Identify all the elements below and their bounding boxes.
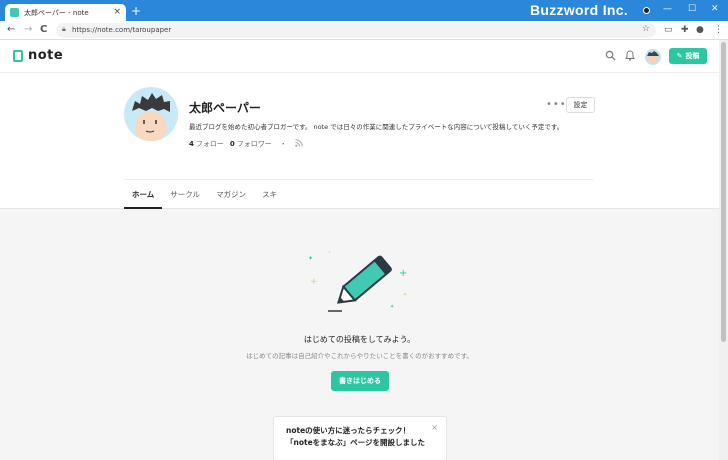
notification-bell-icon[interactable]: [625, 50, 635, 64]
minimize-button[interactable]: —: [663, 3, 672, 15]
url-text[interactable]: https://note.com/taroupaper: [72, 26, 171, 34]
svg-text:✦: ✦: [390, 304, 394, 310]
empty-state-title: はじめての投稿をしてみよう。: [303, 335, 416, 344]
profile-stats: 4 フォロー 0 フォロワー ・: [189, 139, 303, 149]
follow-count[interactable]: 4: [189, 140, 194, 148]
browser-toolbar: ← → C 🔒︎ https://note.com/taroupaper ☆ ▭…: [0, 21, 728, 40]
post-button-label: 投稿: [685, 52, 700, 60]
tab-likes[interactable]: スキ: [254, 180, 285, 209]
card-text[interactable]: noteの使い方に迷ったらチェック！「noteをまなぶ」ページを開設しました: [286, 425, 426, 449]
tab-circle[interactable]: サークル: [162, 180, 208, 209]
browser-menu-icon[interactable]: ⋮: [714, 24, 723, 36]
card-close-icon[interactable]: ×: [431, 423, 438, 432]
profile-name: 太郎ペーパー: [189, 101, 261, 115]
account-icon[interactable]: ●: [696, 24, 704, 36]
page-scrollbar[interactable]: [719, 40, 728, 460]
tab-home[interactable]: ホーム: [124, 180, 163, 209]
address-bar[interactable]: 🔒︎ https://note.com/taroupaper ☆: [56, 23, 656, 38]
cast-icon[interactable]: ▭: [664, 24, 673, 36]
empty-state-subtitle: はじめての記事は自己紹介やこれからやりたいことを書くのがおすすめです。: [246, 352, 473, 360]
browser-tab[interactable]: 太郎ペーパー - note ×: [5, 4, 126, 21]
brand-watermark: Buzzword Inc.: [530, 2, 629, 18]
bookmark-star-icon[interactable]: ☆: [642, 24, 650, 34]
profile-bio: 最近ブログを始めた初心者ブロガーです。 note では日々の作業に関連したプライ…: [189, 123, 564, 131]
note-logo[interactable]: note: [13, 48, 63, 63]
rss-icon[interactable]: [294, 139, 303, 149]
extensions-icon[interactable]: ✚: [681, 24, 689, 36]
profile-section: 太郎ペーパー ••• 設定 最近ブログを始めた初心者ブロガーです。 note で…: [0, 73, 719, 209]
user-avatar[interactable]: [645, 49, 661, 65]
svg-text:✦: ✦: [403, 292, 407, 298]
more-options-icon[interactable]: •••: [546, 99, 567, 110]
new-tab-button[interactable]: +: [131, 5, 141, 17]
start-writing-button[interactable]: 書きはじめる: [331, 371, 389, 391]
page-content: note ✎ 投稿 太郎ペーパー ••• 設定 最近ブログを始めた初心者ブロガー…: [0, 40, 719, 460]
follower-label[interactable]: フォロワー: [237, 139, 272, 149]
reload-button[interactable]: C: [40, 24, 47, 36]
follow-label[interactable]: フォロー: [196, 139, 224, 149]
settings-button[interactable]: 設定: [566, 97, 595, 113]
svg-text:+: +: [399, 268, 407, 279]
post-button[interactable]: ✎ 投稿: [669, 48, 707, 64]
pencil-icon: ✎: [676, 52, 683, 60]
site-header: note ✎ 投稿: [0, 40, 719, 73]
stats-separator: ・: [279, 140, 287, 148]
follower-count[interactable]: 0: [230, 140, 235, 148]
logo-text: note: [28, 48, 64, 63]
svg-text:✦: ✦: [308, 255, 313, 262]
close-window-button[interactable]: ✕: [711, 3, 719, 15]
maximize-button[interactable]: ☐: [688, 3, 696, 15]
back-button[interactable]: ←: [7, 24, 15, 36]
forward-button[interactable]: →: [24, 24, 32, 36]
tab-title: 太郎ペーパー - note: [24, 8, 89, 17]
svg-text:+: +: [310, 277, 318, 287]
svg-text:•: •: [328, 250, 331, 256]
scrollbar-thumb[interactable]: [721, 42, 726, 342]
search-icon[interactable]: [605, 50, 616, 64]
pencil-illustration-icon: ✦ • + + ✦ ✦: [308, 250, 407, 312]
profile-tabs: ホーム サークル マガジン スキ: [124, 180, 285, 209]
tab-close-icon[interactable]: ×: [113, 8, 121, 17]
learn-note-card[interactable]: × noteの使い方に迷ったらチェック！「noteをまなぶ」ページを開設しました: [273, 416, 447, 460]
browser-titlebar: 太郎ペーパー - note × + Buzzword Inc. — ☐ ✕: [0, 0, 728, 21]
tab-magazine[interactable]: マガジン: [208, 180, 254, 209]
browser-profile-icon[interactable]: [643, 7, 650, 14]
lock-icon: 🔒︎: [62, 25, 66, 33]
note-logo-icon: [13, 49, 23, 62]
note-favicon-icon: [10, 8, 19, 17]
profile-avatar: [124, 87, 178, 141]
